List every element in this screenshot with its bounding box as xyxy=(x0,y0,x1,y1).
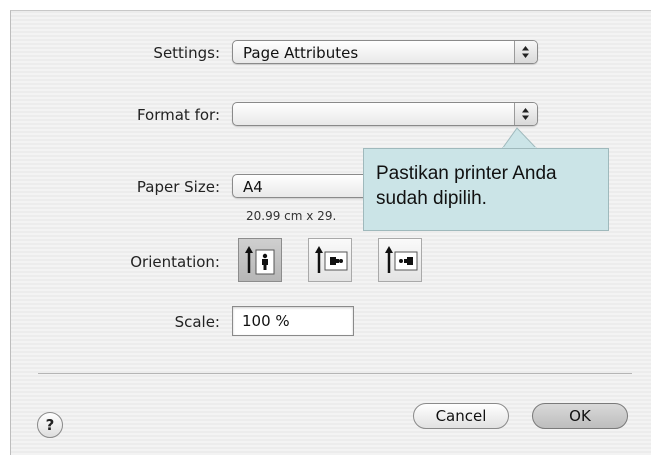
paper-size-label: Paper Size: xyxy=(136,178,220,196)
settings-popup[interactable]: Page Attributes xyxy=(232,40,538,64)
popup-arrows-icon xyxy=(514,41,537,63)
paper-size-popup-value: A4 xyxy=(243,178,263,196)
settings-popup-value: Page Attributes xyxy=(243,44,359,62)
format-for-popup[interactable] xyxy=(232,102,538,126)
format-for-label: Format for: xyxy=(136,106,220,124)
cancel-button[interactable]: Cancel xyxy=(413,403,509,429)
landscape-right-orientation-icon xyxy=(385,246,418,273)
orientation-label: Orientation: xyxy=(130,253,220,271)
orientation-landscape-left-button[interactable] xyxy=(308,238,352,282)
separator xyxy=(38,373,632,374)
popup-arrows-icon xyxy=(514,103,537,125)
landscape-left-orientation-icon xyxy=(315,246,348,273)
orientation-portrait-button[interactable] xyxy=(238,238,282,282)
settings-label: Settings: xyxy=(153,44,220,62)
paper-dimensions: 20.99 cm x 29. xyxy=(246,209,337,223)
ok-button[interactable]: OK xyxy=(532,403,628,429)
scale-label: Scale: xyxy=(174,313,220,331)
annotation-callout: Pastikan printer Anda sudah dipilih. xyxy=(363,148,609,231)
page-setup-dialog xyxy=(10,10,651,455)
callout-line-1: Pastikan printer Anda xyxy=(376,163,557,184)
callout-pointer xyxy=(501,127,539,150)
help-button[interactable]: ? xyxy=(37,412,63,438)
portrait-orientation-icon xyxy=(245,246,275,275)
callout-line-2: sudah dipilih. xyxy=(376,188,487,209)
orientation-landscape-right-button[interactable] xyxy=(378,238,422,282)
scale-input[interactable]: 100 % xyxy=(232,306,354,336)
